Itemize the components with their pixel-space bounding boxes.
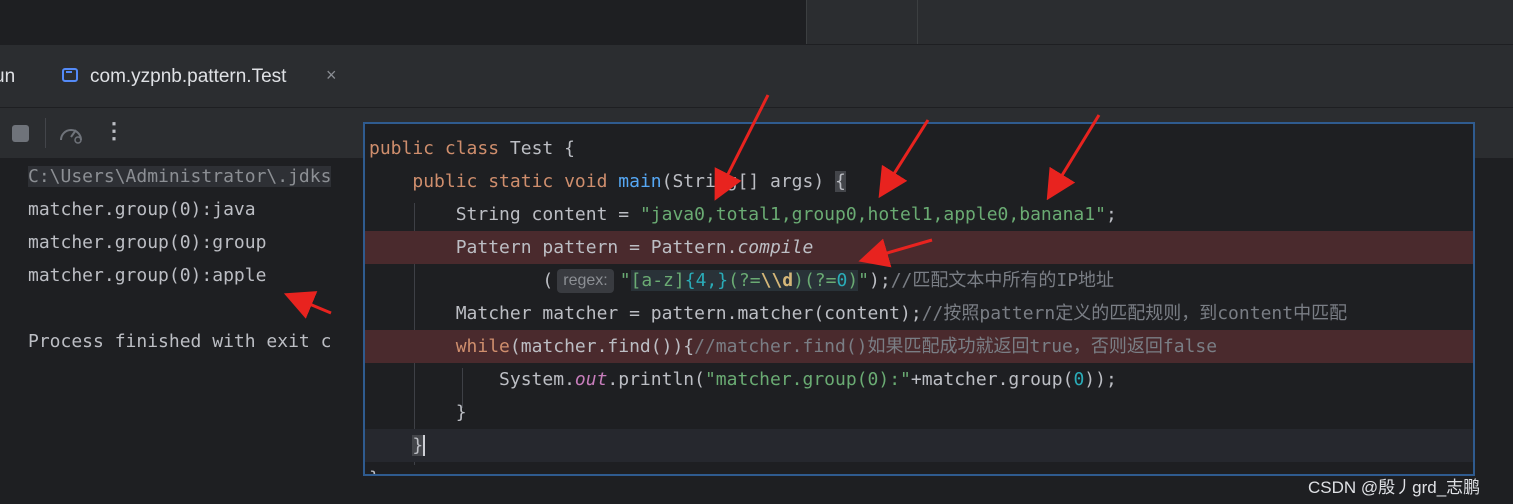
run-tool-window-tabs: un com.yzpnb.pattern.Test × [0, 45, 1513, 151]
code-token: (?= [728, 270, 761, 291]
stop-icon[interactable] [12, 125, 29, 142]
console-line: matcher.group(0):java [28, 199, 256, 220]
code-token: (String[] args) [661, 171, 836, 192]
code-line: (regex: "[a-z]{4,}(?=\\d)(?=0)");//匹配文本中所… [365, 264, 1473, 297]
code-token: while [455, 336, 510, 357]
code-token: ( [369, 270, 554, 291]
code-token: " [619, 270, 631, 291]
code-token: //matcher.find()如果匹配成功就返回true，否则返回false [694, 336, 1218, 357]
code-token: )(?= [793, 270, 837, 291]
code-token: 0 [1073, 369, 1085, 390]
code-token: out [574, 369, 608, 390]
code-token: ; [1105, 204, 1117, 225]
profiler-icon[interactable] [58, 122, 84, 144]
toolbar-separator [45, 118, 46, 148]
code-token: Pattern pattern = Pattern. [369, 237, 738, 258]
code-token: \\d [760, 270, 794, 291]
code-token: Test { [509, 138, 575, 159]
code-token: public static void [412, 171, 619, 192]
code-line: String content = "java0,total1,group0,ho… [365, 198, 1473, 231]
code-line: public static void main(String[] args) { [365, 165, 1473, 198]
code-preview-popup: public class Test { public static void m… [363, 122, 1475, 476]
console-line: matcher.group(0):apple [28, 265, 267, 286]
code-token: } [369, 468, 380, 474]
run-tool-window-label[interactable]: un [0, 66, 15, 88]
code-line: } [365, 396, 1473, 429]
code-line: public class Test { [365, 132, 1473, 165]
code-line: Matcher matcher = pattern.matcher(conten… [365, 297, 1473, 330]
tab-run-configuration[interactable]: com.yzpnb.pattern.Test × [44, 45, 355, 106]
top-bar-divider [917, 0, 918, 44]
code-token: Matcher matcher = pattern.matcher(conten… [369, 303, 922, 324]
console-line: matcher.group(0):group [28, 232, 267, 253]
top-bar-left-area [0, 0, 806, 44]
code-token: //匹配文本中所有的IP地址 [890, 270, 1115, 291]
console-line: Process finished with exit c [28, 331, 332, 352]
code-token: )); [1084, 369, 1117, 390]
code-token: System. [369, 369, 575, 390]
top-bar-divider [806, 0, 807, 44]
code-line: while(matcher.find()){//matcher.find()如果… [365, 330, 1473, 363]
code-line: } [365, 429, 1473, 462]
code-token: String content = [369, 204, 640, 225]
code-token: public class [369, 138, 510, 159]
watermark: CSDN @殷丿grd_志鹏 [1308, 478, 1481, 497]
console-icon [62, 68, 78, 82]
matched-brace: { [835, 171, 846, 192]
console-line: C:\Users\Administrator\.jdks [28, 166, 332, 187]
code-token: {4,} [684, 270, 729, 291]
top-bar [0, 0, 1513, 45]
parameter-hint: regex: [557, 269, 614, 293]
code-token: (matcher.find()){ [509, 336, 695, 357]
code-token: "matcher.group(0):" [704, 369, 911, 390]
code-token: "java0,total1,group0,hotel1,apple0,banan… [639, 204, 1106, 225]
code-token: " [858, 270, 870, 291]
code-token: [a-z] [630, 270, 685, 291]
more-actions-icon[interactable]: ⋮ [103, 118, 125, 144]
code-token: } [369, 402, 467, 423]
code-token: ); [869, 270, 891, 291]
code-line: System.out.println("matcher.group(0):"+m… [365, 363, 1473, 396]
code-token: main [618, 171, 662, 192]
close-icon[interactable]: × [326, 65, 337, 86]
caret-brace: } [412, 435, 426, 456]
code-token: .println( [607, 369, 705, 390]
code-token: 0 [836, 270, 848, 291]
code-token: +matcher.group( [910, 369, 1074, 390]
code-token: ) [847, 270, 859, 291]
code-line: Pattern pattern = Pattern.compile [365, 231, 1473, 264]
code-token: //按照pattern定义的匹配规则，到content中匹配 [921, 303, 1348, 324]
code-token: compile [737, 237, 814, 258]
tab-title: com.yzpnb.pattern.Test [90, 66, 287, 87]
